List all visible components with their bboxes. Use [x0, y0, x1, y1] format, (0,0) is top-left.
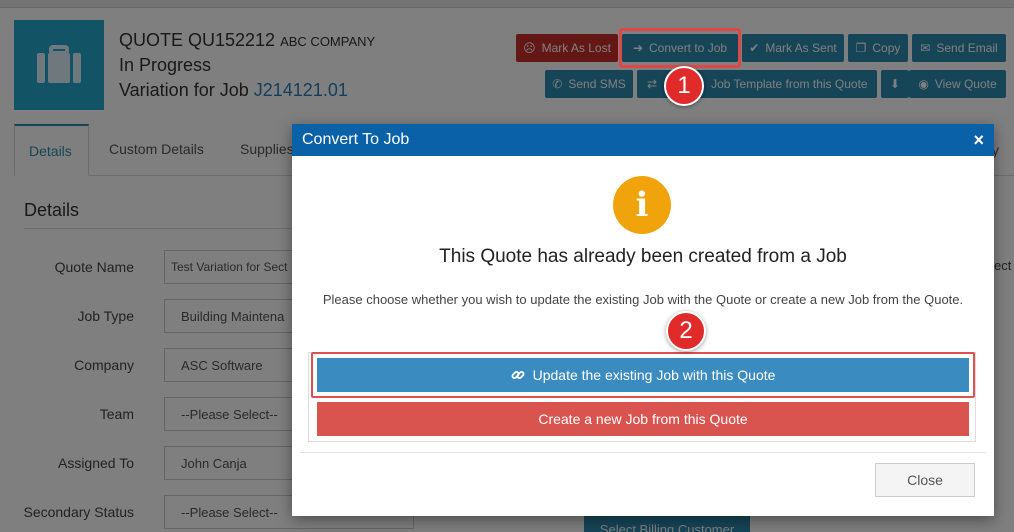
- create-new-job-button[interactable]: Create a new Job from this Quote: [317, 402, 969, 436]
- convert-to-job-modal: Convert To Job × i This Quote has alread…: [292, 124, 994, 516]
- convert-to-job-highlight: [619, 28, 741, 68]
- close-button[interactable]: Close: [875, 463, 975, 497]
- modal-header: Convert To Job ×: [292, 124, 994, 156]
- modal-message: Please choose whether you wish to update…: [322, 292, 964, 307]
- callout-step-2: 2: [666, 311, 706, 351]
- modal-title: Convert To Job: [302, 131, 410, 148]
- close-icon[interactable]: ×: [973, 130, 984, 151]
- info-icon: i: [613, 176, 671, 234]
- modal-heading: This Quote has already been created from…: [439, 246, 847, 267]
- callout-step-1: 1: [664, 66, 704, 106]
- update-button-highlight: [311, 352, 975, 398]
- modal-footer-divider: [300, 452, 986, 453]
